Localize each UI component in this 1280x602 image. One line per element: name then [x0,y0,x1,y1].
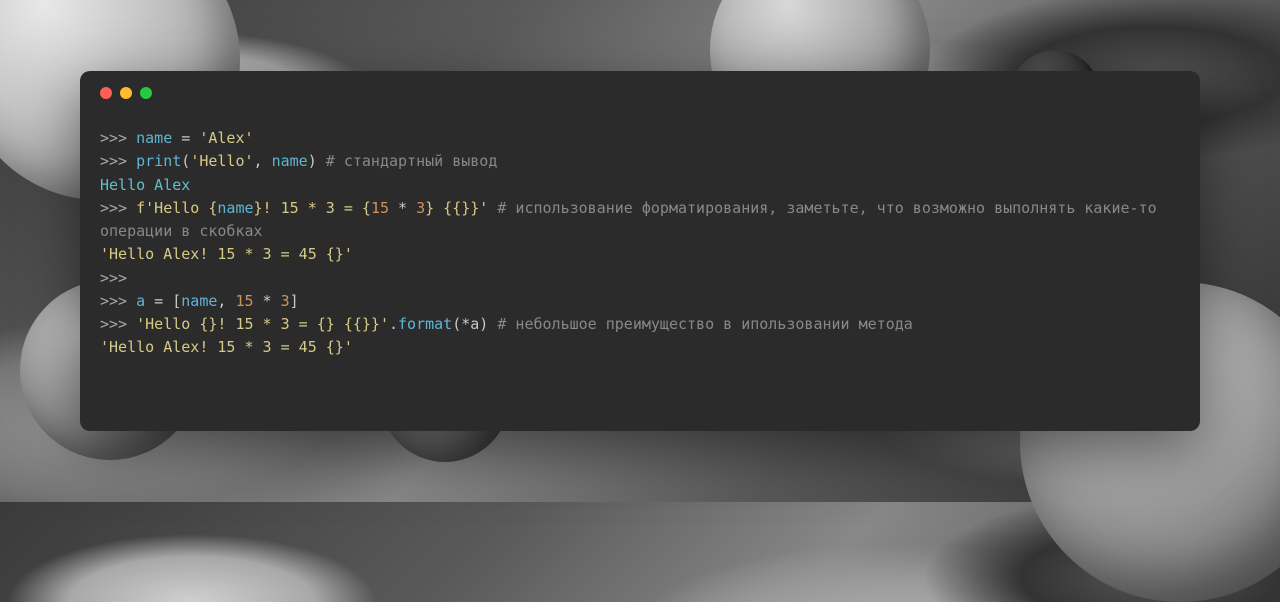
string-literal: 'Hello' [190,152,253,170]
variable-ref: name [217,199,253,217]
operator: * [254,292,281,310]
dot: . [389,315,398,333]
code-content: >>> name = 'Alex' >>> print('Hello', nam… [100,127,1180,360]
repl-prompt: >>> [100,152,136,170]
fstring: }! 15 * 3 = { [254,199,371,217]
paren: ( [181,152,190,170]
variable-name: name [136,129,172,147]
comment: # стандартный вывод [326,152,498,170]
fstring: f'Hello { [136,199,217,217]
minimize-icon[interactable] [120,87,132,99]
terminal-window: >>> name = 'Alex' >>> print('Hello', nam… [80,71,1200,431]
maximize-icon[interactable] [140,87,152,99]
operator: * [389,199,416,217]
comment: # небольшое преимущество в ипользовании … [497,315,912,333]
call-args: (*a) [452,315,497,333]
variable-ref: name [181,292,217,310]
method-name: format [398,315,452,333]
paren: ) [308,152,326,170]
number: 15 [371,199,389,217]
string-literal: 'Alex' [199,129,253,147]
repl-line: >>> print('Hello', name) # стандартный в… [100,152,497,170]
variable-ref: name [272,152,308,170]
fstring: } {{}}' [425,199,488,217]
repl-line: >>> f'Hello {name}! 15 * 3 = {15 * 3} {{… [100,199,1166,240]
window-controls [100,87,1180,99]
variable-name: a [136,292,145,310]
repl-output: 'Hello Alex! 15 * 3 = 45 {}' [100,338,353,356]
repl-line: >>> a = [name, 15 * 3] [100,292,299,310]
number: 15 [235,292,253,310]
comma: , [254,152,272,170]
repl-prompt: >>> [100,199,136,217]
function-name: print [136,152,181,170]
bracket-close: ] [290,292,299,310]
repl-line: >>> 'Hello {}! 15 * 3 = {} {{}}'.format(… [100,315,913,333]
close-icon[interactable] [100,87,112,99]
repl-prompt: >>> [100,292,136,310]
repl-prompt-empty: >>> [100,269,136,287]
assign-op: = [172,129,199,147]
repl-output: Hello Alex [100,176,190,194]
repl-line: >>> name = 'Alex' [100,129,254,147]
comma: , [217,292,235,310]
repl-prompt: >>> [100,129,136,147]
number: 3 [281,292,290,310]
number: 3 [416,199,425,217]
repl-output: 'Hello Alex! 15 * 3 = 45 {}' [100,245,353,263]
string-literal: 'Hello {}! 15 * 3 = {} {{}}' [136,315,389,333]
assign-bracket: = [ [145,292,181,310]
repl-prompt: >>> [100,315,136,333]
